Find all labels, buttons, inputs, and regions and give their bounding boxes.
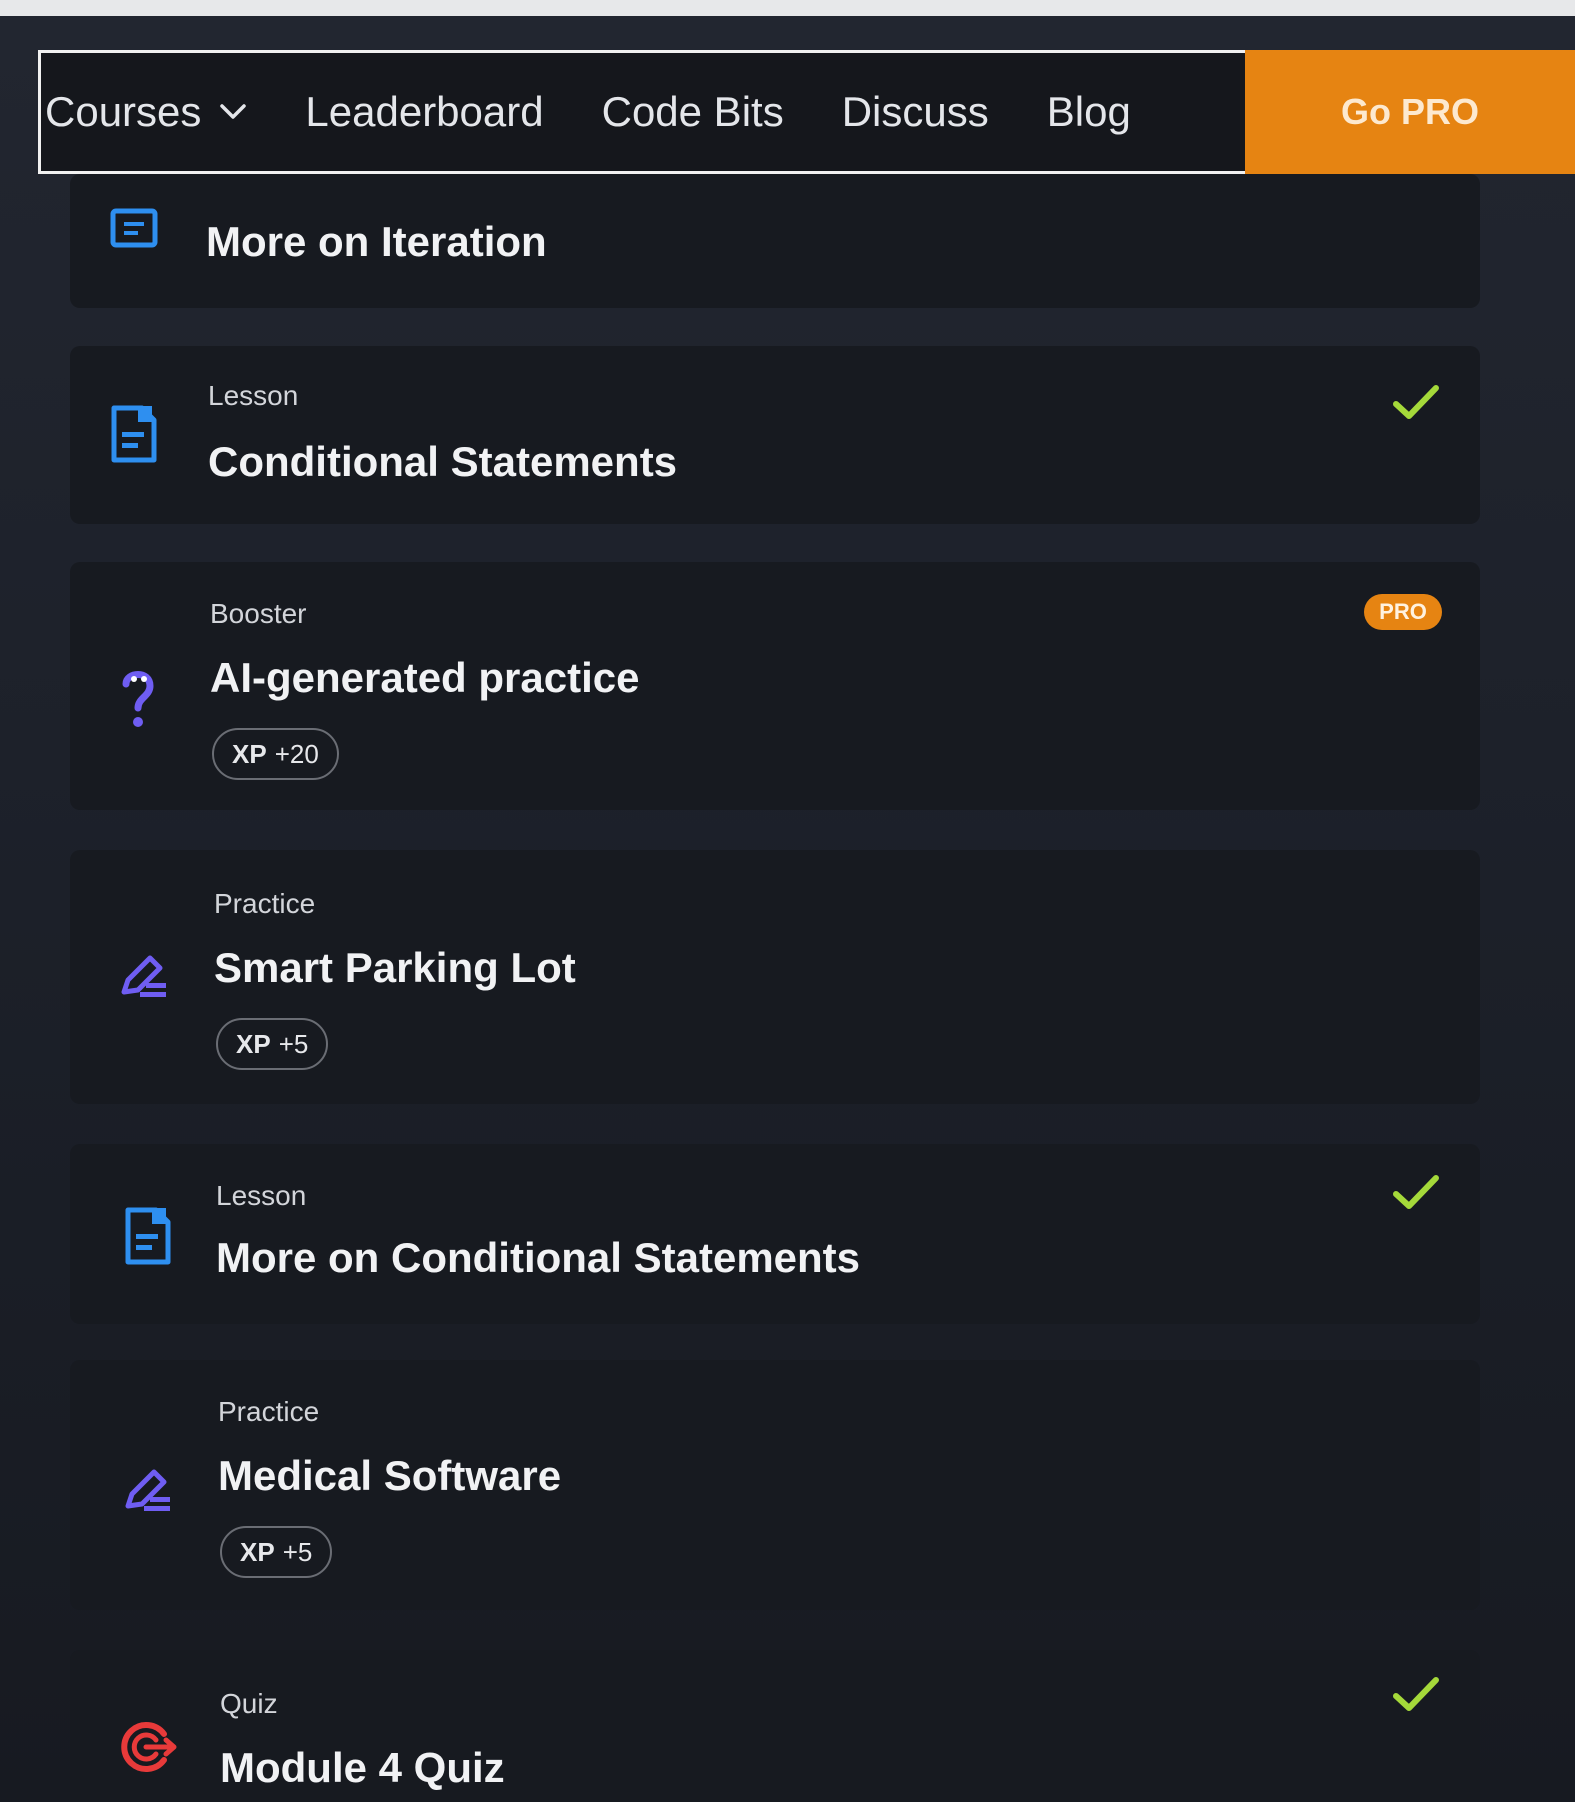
nav-leaderboard[interactable]: Leaderboard (305, 88, 543, 136)
module-card[interactable]: More on Iteration (70, 174, 1480, 308)
xp-label: XP (240, 1536, 275, 1567)
pencil-icon (118, 950, 170, 1005)
item-title: More on Iteration (206, 218, 547, 265)
pro-badge: PRO (1364, 594, 1442, 630)
lesson-icon (110, 404, 158, 469)
practice-card[interactable]: Practice Smart Parking Lot XP +5 (70, 850, 1480, 1104)
question-icon (118, 666, 158, 735)
item-type-label: Lesson (208, 380, 299, 411)
target-icon (120, 1720, 178, 1779)
quiz-card[interactable]: Quiz Module 4 Quiz (70, 1650, 1480, 1802)
lesson-card[interactable]: Lesson Conditional Statements (70, 346, 1480, 524)
item-type-label: Practice (214, 888, 316, 919)
xp-badge: XP +5 (220, 1526, 333, 1578)
check-icon (1392, 1174, 1440, 1217)
xp-badge: XP +5 (216, 1018, 329, 1070)
item-title: More on Conditional Statements (216, 1234, 861, 1281)
pencil-icon (122, 1464, 174, 1519)
check-icon (1392, 384, 1440, 427)
booster-card[interactable]: Booster AI-generated practice XP +20 PRO (70, 562, 1480, 810)
go-pro-button[interactable]: Go PRO (1245, 50, 1575, 174)
app-screen: Courses Leaderboard Code Bits Discuss Bl… (0, 0, 1575, 1802)
nav-courses-label: Courses (45, 88, 202, 135)
top-navbar: Courses Leaderboard Code Bits Discuss Bl… (38, 50, 1575, 174)
xp-value: +5 (278, 1028, 309, 1059)
item-title: Smart Parking Lot (214, 944, 576, 991)
item-type-label: Booster (210, 598, 307, 629)
nav-discuss[interactable]: Discuss (842, 88, 989, 136)
nav-blog[interactable]: Blog (1047, 88, 1131, 136)
chevron-down-icon (219, 103, 247, 121)
item-title: AI-generated practice (210, 654, 640, 701)
check-icon (1392, 1676, 1440, 1719)
nav-code-bits[interactable]: Code Bits (602, 88, 784, 136)
xp-value: +20 (274, 738, 319, 769)
xp-label: XP (232, 738, 267, 769)
item-title: Conditional Statements (208, 438, 678, 485)
lesson-card[interactable]: Lesson More on Conditional Statements (70, 1144, 1480, 1324)
item-title: Module 4 Quiz (220, 1744, 505, 1791)
xp-label: XP (236, 1028, 271, 1059)
item-type-label: Lesson (216, 1180, 307, 1211)
xp-badge: XP +20 (212, 728, 339, 780)
browser-edge (0, 0, 1575, 16)
item-type-label: Practice (218, 1396, 320, 1427)
item-title: Medical Software (218, 1452, 562, 1499)
nav-courses[interactable]: Courses (45, 88, 247, 136)
xp-value: +5 (282, 1536, 313, 1567)
module-icon (110, 208, 158, 255)
item-type-label: Quiz (220, 1688, 278, 1719)
lesson-icon (124, 1206, 172, 1271)
practice-card[interactable]: Practice Medical Software XP +5 (70, 1360, 1480, 1610)
